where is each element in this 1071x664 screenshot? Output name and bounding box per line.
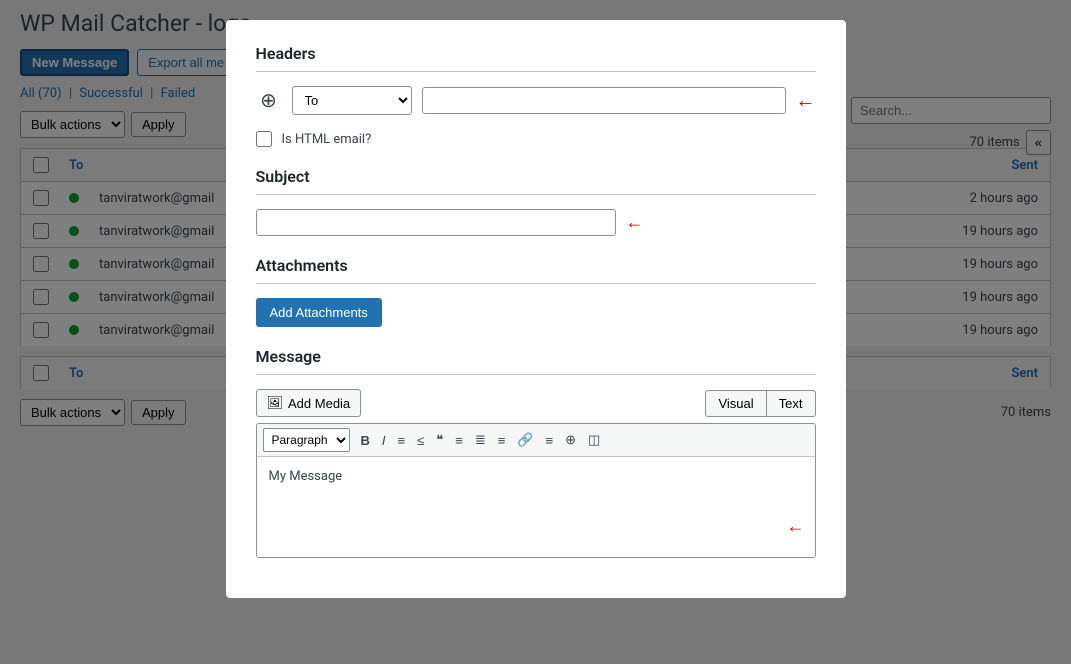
media-icon: 🖼 [267, 395, 284, 411]
italic-button[interactable]: I [377, 431, 391, 450]
add-media-label: Add Media [288, 396, 350, 411]
subject-section: Subject ← [256, 167, 816, 236]
paragraph-format-select[interactable]: Paragraph Heading 1 Heading 2 Heading 3 [263, 428, 350, 452]
html-email-row: Is HTML email? [256, 131, 816, 147]
bold-button[interactable]: B [356, 431, 375, 450]
subject-input[interactable] [256, 209, 616, 236]
header-value-input[interactable] [422, 87, 786, 114]
editor-wrapper: Paragraph Heading 1 Heading 2 Heading 3 … [256, 423, 816, 558]
unordered-list-button[interactable]: ≡ [393, 431, 411, 450]
add-attachments-button[interactable]: Add Attachments [256, 298, 382, 327]
align-right-button[interactable]: ≡ [493, 431, 511, 450]
add-header-button[interactable]: ⊕ [256, 88, 282, 114]
blockquote-button[interactable]: ❝ [431, 430, 448, 450]
headers-section-title: Headers [256, 44, 816, 72]
message-toolbar: 🖼 Add Media Visual Text [256, 389, 816, 417]
text-button[interactable]: Text [766, 390, 816, 417]
editor-arrow-icon: ← [787, 516, 805, 537]
html-email-checkbox[interactable] [256, 131, 272, 147]
message-section: Message 🖼 Add Media Visual Text Paragrap [256, 347, 816, 558]
align-center-button[interactable]: ≣ [470, 430, 491, 450]
message-text: My Message [269, 469, 343, 484]
fullscreen-button[interactable]: ⊕ [560, 430, 581, 450]
editor-content[interactable]: My Message ← [257, 457, 815, 557]
message-section-title: Message [256, 347, 816, 375]
modal-overlay: Headers ⊕ To From CC BCC Reply-To ← Is H… [0, 0, 1071, 664]
subject-section-title: Subject [256, 167, 816, 195]
link-button[interactable]: 🔗 [512, 430, 538, 450]
align-left-button[interactable]: ≡ [450, 431, 468, 450]
editor-formatting-bar: Paragraph Heading 1 Heading 2 Heading 3 … [257, 424, 815, 457]
background-page: WP Mail Catcher - logs New Message Expor… [0, 0, 1071, 664]
ordered-list-button[interactable]: ≤ [412, 431, 429, 450]
visual-button[interactable]: Visual [705, 390, 765, 417]
add-media-button[interactable]: 🖼 Add Media [256, 389, 362, 417]
toolbar-toggle-button[interactable]: ◫ [583, 430, 605, 450]
attachments-section-title: Attachments [256, 256, 816, 284]
plus-circle-icon: ⊕ [260, 88, 277, 113]
header-arrow-icon: ← [796, 88, 816, 113]
header-type-select[interactable]: To From CC BCC Reply-To [292, 86, 412, 115]
compose-modal: Headers ⊕ To From CC BCC Reply-To ← Is H… [226, 20, 846, 598]
html-email-label: Is HTML email? [282, 132, 372, 147]
attachments-section: Attachments Add Attachments [256, 256, 816, 327]
subject-row: ← [256, 209, 816, 236]
subject-arrow-icon: ← [626, 212, 644, 233]
strikethrough-button[interactable]: ≡ [541, 431, 559, 450]
headers-row: ⊕ To From CC BCC Reply-To ← [256, 86, 816, 115]
view-buttons: Visual Text [705, 390, 815, 417]
